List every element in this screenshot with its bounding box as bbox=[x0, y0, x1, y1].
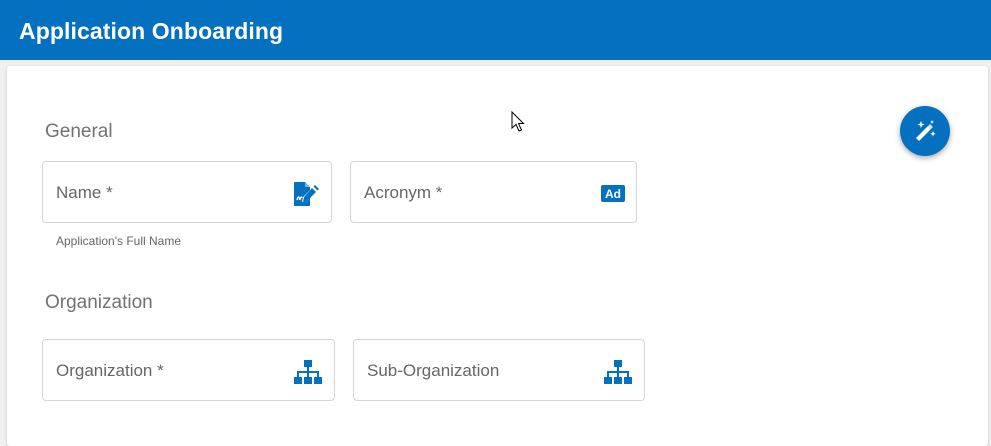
ad-badge-text: Ad bbox=[605, 187, 621, 201]
org-chart-icon bbox=[603, 359, 632, 384]
acronym-field[interactable]: Acronym * Ad bbox=[350, 161, 637, 223]
magic-wand-icon bbox=[916, 120, 936, 141]
sub-organization-field-label: Sub-Organization bbox=[367, 361, 500, 380]
magic-wand-button[interactable] bbox=[900, 106, 950, 156]
section-title-general: General bbox=[45, 121, 113, 142]
name-field[interactable]: Name * bbox=[42, 161, 332, 223]
signature-document-icon bbox=[292, 181, 319, 206]
app-header: Application Onboarding bbox=[0, 0, 991, 60]
sub-organization-field[interactable]: Sub-Organization bbox=[353, 339, 645, 401]
acronym-field-label: Acronym * bbox=[364, 183, 443, 202]
organization-field-label: Organization * bbox=[56, 361, 164, 380]
org-chart-icon bbox=[293, 359, 322, 384]
name-field-label: Name * bbox=[56, 183, 113, 202]
section-title-organization: Organization bbox=[45, 292, 153, 313]
organization-field[interactable]: Organization * bbox=[42, 339, 335, 401]
page-title: Application Onboarding bbox=[19, 18, 284, 44]
name-helper-text: Application's Full Name bbox=[56, 234, 182, 248]
ad-badge-icon: Ad bbox=[600, 181, 626, 205]
